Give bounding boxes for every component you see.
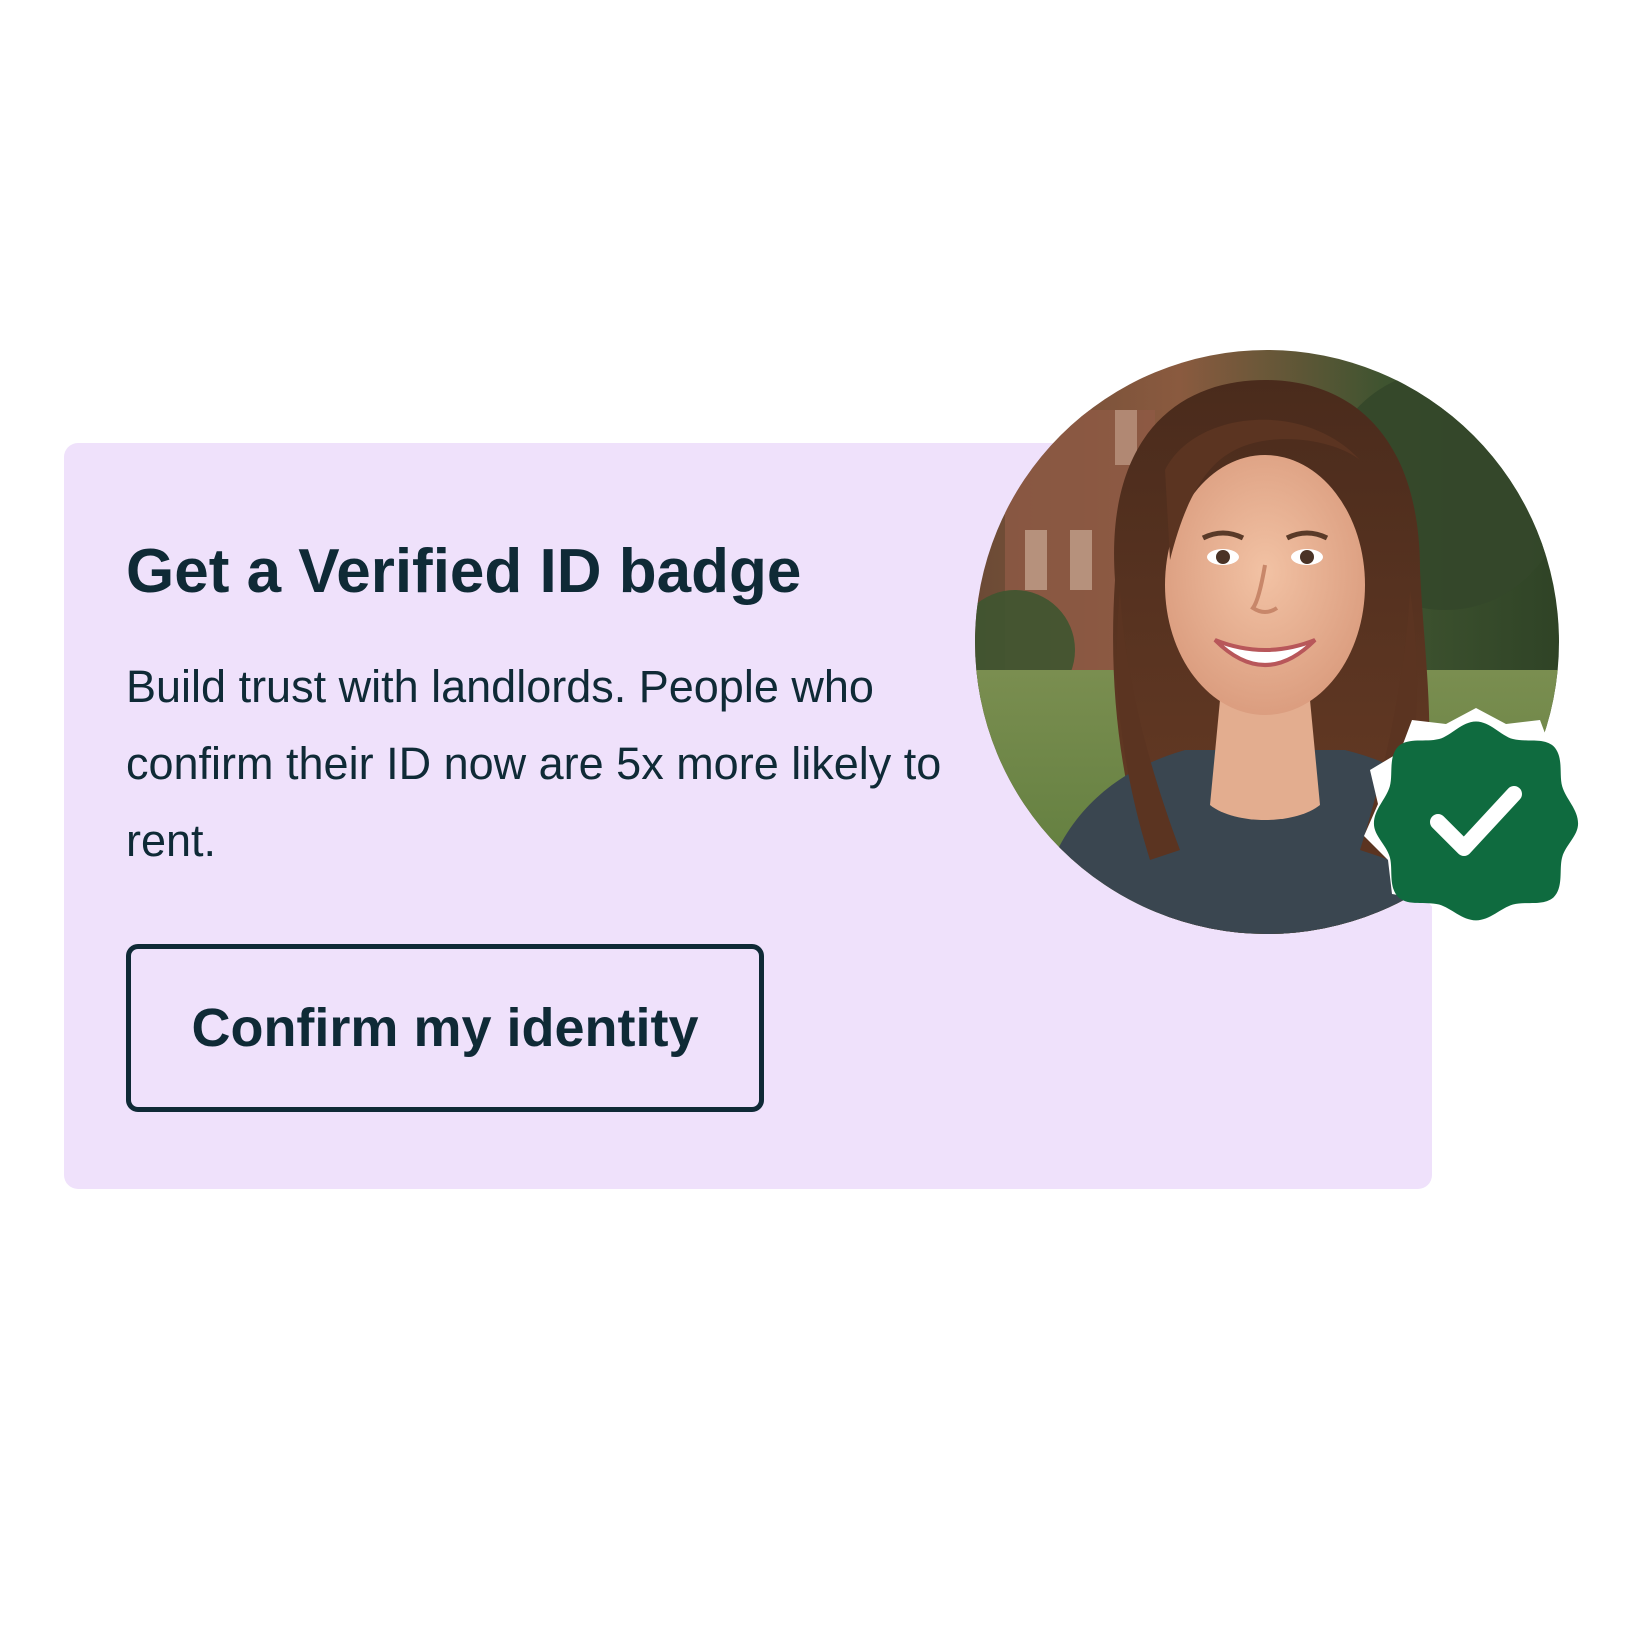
- card-title: Get a Verified ID badge: [126, 537, 802, 606]
- confirm-identity-button[interactable]: Confirm my identity: [126, 944, 764, 1112]
- card-description: Build trust with landlords. People who c…: [126, 661, 942, 866]
- verified-check-badge-icon: [1356, 700, 1596, 940]
